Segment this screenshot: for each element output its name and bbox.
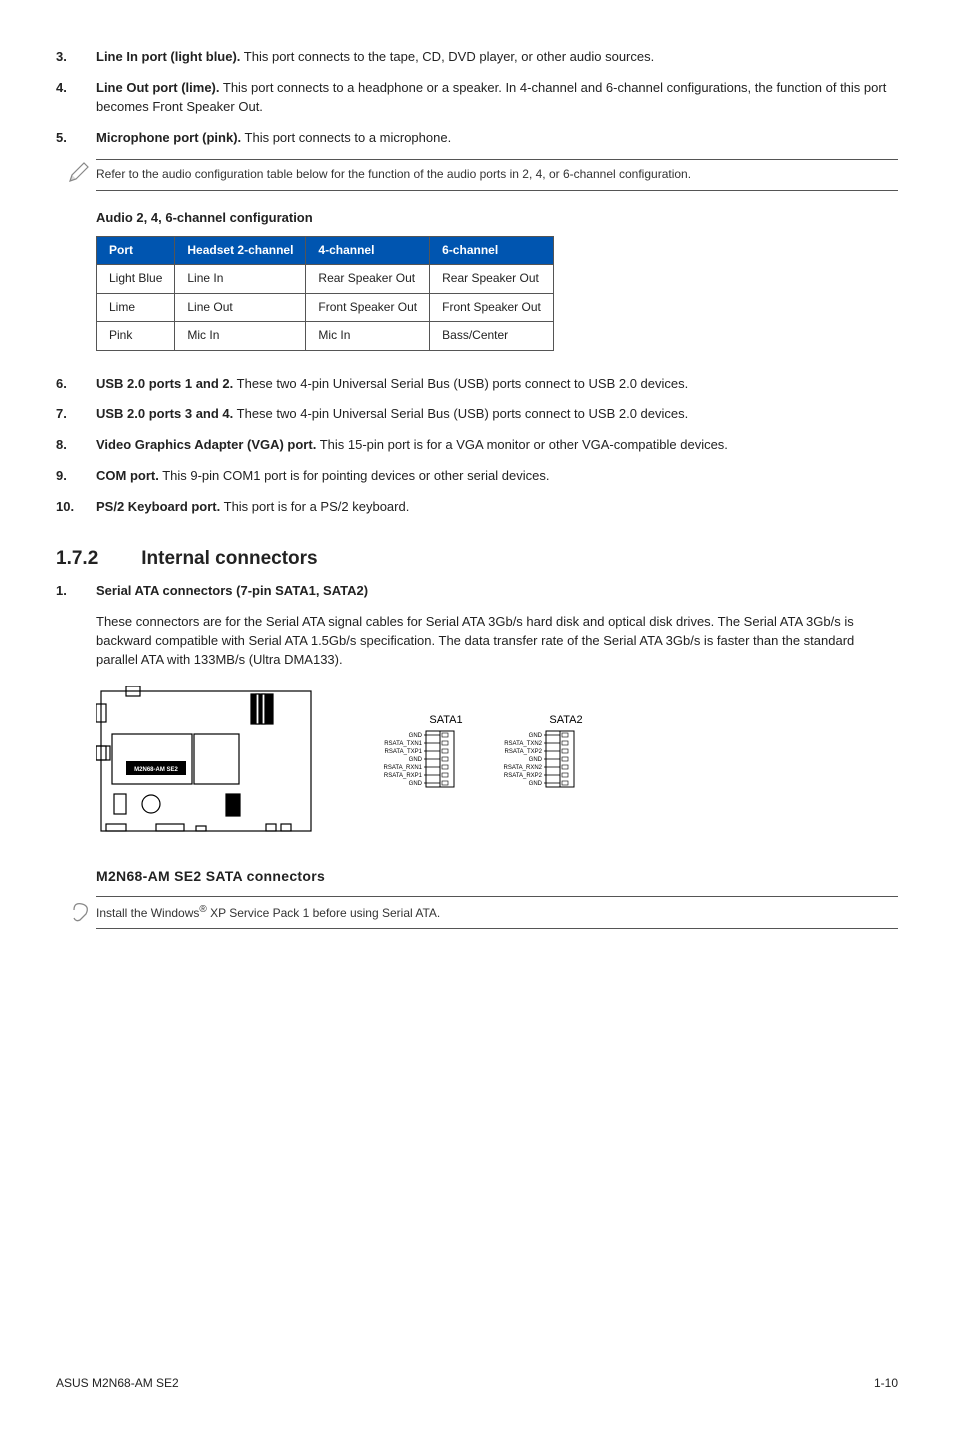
svg-text:RSATA_RXP1: RSATA_RXP1	[384, 773, 423, 779]
svg-text:GND: GND	[529, 733, 543, 739]
footer-left: ASUS M2N68-AM SE2	[56, 1375, 179, 1392]
table-row: Light BlueLine InRear Speaker OutRear Sp…	[97, 265, 554, 293]
list-internal-connectors: 1. Serial ATA connectors (7-pin SATA1, S…	[56, 582, 898, 601]
item-num: 9.	[56, 467, 96, 486]
svg-text:GND: GND	[409, 757, 423, 763]
item-title: PS/2 Keyboard port.	[96, 499, 220, 514]
svg-text:GND: GND	[409, 733, 423, 739]
audio-config-table: Port Headset 2-channel 4-channel 6-chann…	[96, 236, 554, 351]
svg-text:GND: GND	[409, 781, 423, 787]
item-text: This port connects to a microphone.	[241, 130, 451, 145]
item-title: Line Out port (lime).	[96, 80, 220, 95]
item-title: Microphone port (pink).	[96, 130, 241, 145]
svg-text:RSATA_RXN1: RSATA_RXN1	[384, 765, 423, 771]
svg-text:SATA1: SATA1	[429, 714, 462, 726]
note-audio-config: Refer to the audio configuration table b…	[66, 159, 898, 191]
svg-text:RSATA_TXN1: RSATA_TXN1	[384, 741, 422, 747]
item-num: 4.	[56, 79, 96, 117]
note-text: Refer to the audio configuration table b…	[96, 159, 898, 190]
svg-text:GND: GND	[529, 757, 543, 763]
paperclip-icon	[66, 896, 96, 930]
item-num: 3.	[56, 48, 96, 67]
footer-right: 1-10	[874, 1375, 898, 1392]
item-text: This port connects to the tape, CD, DVD …	[240, 49, 654, 64]
svg-text:M2N68-AM SE2: M2N68-AM SE2	[134, 767, 178, 773]
item-num: 5.	[56, 129, 96, 148]
table-header: Port	[97, 237, 175, 265]
note-text-post: XP Service Pack 1 before using Serial AT…	[207, 906, 440, 920]
section-title: Internal connectors	[141, 548, 317, 569]
svg-text:RSATA_RXP2: RSATA_RXP2	[504, 773, 543, 779]
note-windows-sp1: Install the Windows® XP Service Pack 1 b…	[66, 896, 898, 930]
svg-text:SATA2: SATA2	[549, 714, 582, 726]
item-num: 1.	[56, 582, 96, 601]
item-title: Line In port (light blue).	[96, 49, 240, 64]
table-row: PinkMic InMic InBass/Center	[97, 322, 554, 350]
item-num: 7.	[56, 405, 96, 424]
figure-caption: M2N68-AM SE2 SATA connectors	[96, 866, 898, 886]
sata-paragraph: These connectors are for the Serial ATA …	[96, 613, 898, 670]
item-title: USB 2.0 ports 1 and 2.	[96, 376, 233, 391]
item-num: 10.	[56, 498, 96, 517]
item-title: Serial ATA connectors (7-pin SATA1, SATA…	[96, 583, 368, 598]
item-title: USB 2.0 ports 3 and 4.	[96, 406, 233, 421]
item-text: These two 4-pin Universal Serial Bus (US…	[233, 376, 688, 391]
svg-text:RSATA_TXP1: RSATA_TXP1	[385, 749, 423, 755]
list-ports-top: 3. Line In port (light blue). This port …	[56, 48, 898, 147]
pencil-icon	[66, 159, 96, 191]
section-number: 1.7.2	[56, 545, 136, 573]
item-title: Video Graphics Adapter (VGA) port.	[96, 437, 316, 452]
item-text: This 15-pin port is for a VGA monitor or…	[316, 437, 728, 452]
list-ports-mid: 6. USB 2.0 ports 1 and 2. These two 4-pi…	[56, 375, 898, 517]
section-heading: 1.7.2 Internal connectors	[56, 545, 898, 573]
item-title: COM port.	[96, 468, 159, 483]
table-header: Headset 2-channel	[175, 237, 306, 265]
table-row: LimeLine OutFront Speaker OutFront Speak…	[97, 293, 554, 321]
table-header: 6-channel	[430, 237, 554, 265]
note-sup: ®	[199, 904, 206, 915]
item-text: These two 4-pin Universal Serial Bus (US…	[233, 406, 688, 421]
item-text: This port is for a PS/2 keyboard.	[220, 499, 409, 514]
svg-text:RSATA_TXP2: RSATA_TXP2	[505, 749, 543, 755]
sata-connectors-figure: M2N68-AM SE2 SATA1 GND RSATA_TXN1 RSATA_TX…	[96, 686, 898, 886]
item-num: 6.	[56, 375, 96, 394]
page-footer: ASUS M2N68-AM SE2 1-10	[56, 1375, 898, 1392]
table-header: 4-channel	[306, 237, 430, 265]
item-text: This 9-pin COM1 port is for pointing dev…	[159, 468, 550, 483]
svg-text:GND: GND	[529, 781, 543, 787]
note-text-pre: Install the Windows	[96, 906, 199, 920]
audio-config-heading: Audio 2, 4, 6-channel configuration	[96, 209, 898, 228]
svg-text:RSATA_RXN2: RSATA_RXN2	[504, 765, 543, 771]
item-num: 8.	[56, 436, 96, 455]
svg-text:RSATA_TXN2: RSATA_TXN2	[504, 741, 542, 747]
